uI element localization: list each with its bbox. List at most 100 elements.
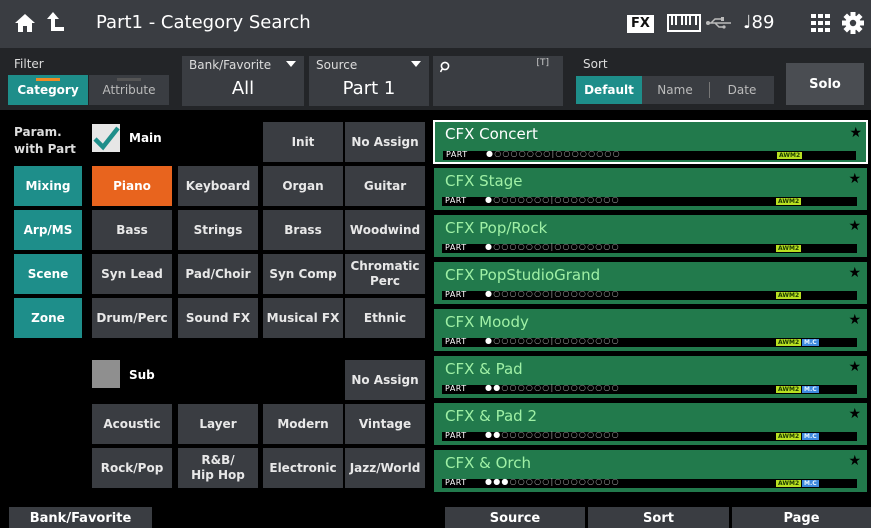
part-dots: ●●○○○○○○|○○○○○○○○ bbox=[485, 383, 620, 392]
category-syn-lead-button[interactable]: Syn Lead bbox=[92, 254, 172, 294]
part-dots: ●○○○○○○○|○○○○○○○○ bbox=[485, 336, 620, 345]
tab-attribute[interactable]: Attribute bbox=[89, 75, 169, 105]
mixing-button[interactable]: Mixing bbox=[14, 166, 82, 206]
part-indicator-bar: PART ●●○○○○○○|○○○○○○○○ AWM2 M.C bbox=[442, 383, 857, 394]
favorite-star-icon[interactable]: ★ bbox=[848, 218, 861, 234]
category-organ-button[interactable]: Organ bbox=[263, 166, 343, 206]
sort-name-button[interactable]: Name bbox=[642, 76, 708, 104]
performance-list-item[interactable]: CFX Stage ★ PART ●○○○○○○○|○○○○○○○○ AWM2 bbox=[434, 168, 867, 210]
fx-indicator: FX bbox=[627, 15, 654, 33]
favorite-star-icon[interactable]: ★ bbox=[848, 359, 861, 375]
footer-source-label: Source bbox=[489, 511, 541, 526]
checkmark-icon bbox=[93, 126, 120, 151]
awm2-badge: AWM2 bbox=[776, 480, 802, 487]
performance-list-item[interactable]: CFX & Pad ★ PART ●●○○○○○○|○○○○○○○○ AWM2 M.C bbox=[434, 356, 867, 398]
performance-list-item[interactable]: CFX Pop/Rock ★ PART ●○○○○○○○|○○○○○○○○ AWM2 bbox=[434, 215, 867, 257]
category-ethnic-button[interactable]: Ethnic bbox=[345, 298, 425, 338]
tab-category[interactable]: Category bbox=[8, 75, 88, 105]
performance-list-item[interactable]: CFX & Pad 2 ★ PART ●●○○○○○○|○○○○○○○○ AWM2 M.C bbox=[434, 403, 867, 445]
category-drum-perc-button[interactable]: Drum/Perc bbox=[92, 298, 172, 338]
part-dots: ●○○○○○○○|○○○○○○○○ bbox=[485, 289, 620, 298]
filter-tabs: Category Attribute bbox=[8, 75, 169, 105]
search-icon bbox=[440, 61, 450, 73]
sub-category-jazz-world-button[interactable]: Jazz/World bbox=[345, 448, 425, 488]
part-indicator-bar: PART ●●○○○○○○|○○○○○○○○ AWM2 M.C bbox=[442, 430, 857, 441]
main-no-assign-button[interactable]: No Assign bbox=[345, 122, 425, 162]
category-piano-button[interactable]: Piano bbox=[92, 166, 172, 206]
init-button[interactable]: Init bbox=[263, 122, 343, 162]
sub-category-rock-pop-button[interactable]: Rock/Pop bbox=[92, 448, 172, 488]
part-dots: ●○○○○○○○|○○○○○○○○ bbox=[486, 149, 621, 158]
filter-label: Filter bbox=[14, 57, 44, 71]
sub-no-assign-button[interactable]: No Assign bbox=[345, 360, 425, 400]
favorite-star-icon[interactable]: ★ bbox=[849, 125, 862, 141]
page-title: Part1 - Category Search bbox=[96, 12, 311, 33]
arp-ms-button[interactable]: Arp/MS bbox=[14, 210, 82, 250]
bank-favorite-label: Bank/Favorite bbox=[189, 58, 272, 72]
bank-favorite-dropdown[interactable]: Bank/Favorite All bbox=[182, 56, 304, 106]
part-dots: ●○○○○○○○|○○○○○○○○ bbox=[485, 195, 620, 204]
awm2-badge: AWM2 bbox=[777, 152, 803, 159]
part-indicator-bar: PART ●○○○○○○○|○○○○○○○○ AWM2 bbox=[442, 289, 857, 300]
footer-bank-favorite-button[interactable]: Bank/Favorite bbox=[9, 507, 152, 528]
category-guitar-button[interactable]: Guitar bbox=[345, 166, 425, 206]
awm2-badge: AWM2 bbox=[776, 433, 802, 440]
sub-category-acoustic-button[interactable]: Acoustic bbox=[92, 404, 172, 444]
sub-category-r-b-hip-hop-button[interactable]: R&B/ Hip Hop bbox=[178, 448, 258, 488]
sub-checkbox-label: Sub bbox=[129, 368, 155, 382]
performance-name: CFX Stage bbox=[445, 172, 523, 190]
part-dots: ●●○○○○○○|○○○○○○○○ bbox=[485, 430, 620, 439]
favorite-star-icon[interactable]: ★ bbox=[848, 406, 861, 422]
performance-list-item[interactable]: CFX PopStudioGrand ★ PART ●○○○○○○○|○○○○○○○○… bbox=[434, 262, 867, 304]
usb-icon bbox=[706, 17, 731, 29]
footer-page-button[interactable]: Page bbox=[732, 507, 871, 528]
solo-button[interactable]: Solo bbox=[786, 63, 864, 105]
sub-category-electronic-button[interactable]: Electronic bbox=[263, 448, 343, 488]
scene-button[interactable]: Scene bbox=[14, 254, 82, 294]
sub-category-layer-button[interactable]: Layer bbox=[178, 404, 258, 444]
category-bass-button[interactable]: Bass bbox=[92, 210, 172, 250]
performance-list-item[interactable]: CFX Moody ★ PART ●○○○○○○○|○○○○○○○○ AWM2 M.C bbox=[434, 309, 867, 351]
home-icon[interactable] bbox=[14, 12, 36, 34]
header-bar: Part1 - Category Search FX ♩89 bbox=[0, 0, 871, 48]
category-pad-choir-button[interactable]: Pad/Choir bbox=[178, 254, 258, 294]
category-strings-button[interactable]: Strings bbox=[178, 210, 258, 250]
category-chromatic-perc-button[interactable]: Chromatic Perc bbox=[345, 254, 425, 294]
sub-category-modern-button[interactable]: Modern bbox=[263, 404, 343, 444]
gear-icon[interactable] bbox=[842, 12, 864, 34]
motion-control-badge: M.C bbox=[802, 386, 819, 393]
tempo-display[interactable]: ♩89 bbox=[743, 12, 774, 33]
zone-button[interactable]: Zone bbox=[14, 298, 82, 338]
sub-checkbox[interactable] bbox=[92, 360, 120, 388]
category-musical-fx-button[interactable]: Musical FX bbox=[263, 298, 343, 338]
category-syn-comp-button[interactable]: Syn Comp bbox=[263, 254, 343, 294]
footer-sort-button[interactable]: Sort bbox=[588, 507, 729, 528]
part-indicator-bar: PART ●●●○○○○○|○○○○○○○○ AWM2 M.C bbox=[442, 477, 857, 488]
performance-name: CFX PopStudioGrand bbox=[445, 266, 601, 284]
awm2-badge: AWM2 bbox=[776, 245, 802, 252]
favorite-star-icon[interactable]: ★ bbox=[848, 265, 861, 281]
footer-page-label: Page bbox=[783, 511, 820, 526]
sort-date-button[interactable]: Date bbox=[710, 76, 774, 104]
sub-category-vintage-button[interactable]: Vintage bbox=[345, 404, 425, 444]
grid-menu-icon[interactable] bbox=[811, 14, 831, 32]
up-level-icon[interactable] bbox=[44, 10, 66, 34]
part-indicator-bar: PART ●○○○○○○○|○○○○○○○○ AWM2 bbox=[443, 149, 856, 160]
favorite-star-icon[interactable]: ★ bbox=[848, 312, 861, 328]
category-brass-button[interactable]: Brass bbox=[263, 210, 343, 250]
performance-list-item[interactable]: CFX Concert ★ PART ●○○○○○○○|○○○○○○○○ AWM2 bbox=[433, 120, 868, 164]
category-woodwind-button[interactable]: Woodwind bbox=[345, 210, 425, 250]
favorite-star-icon[interactable]: ★ bbox=[848, 171, 861, 187]
main-checkbox[interactable] bbox=[92, 124, 120, 152]
sort-default-button[interactable]: Default bbox=[576, 76, 642, 104]
performance-list-item[interactable]: CFX & Orch ★ PART ●●●○○○○○|○○○○○○○○ AWM2 M.C bbox=[434, 450, 867, 492]
category-sound-fx-button[interactable]: Sound FX bbox=[178, 298, 258, 338]
search-input[interactable]: [T] bbox=[433, 56, 563, 106]
footer-source-button[interactable]: Source bbox=[445, 507, 585, 528]
category-keyboard-button[interactable]: Keyboard bbox=[178, 166, 258, 206]
source-dropdown[interactable]: Source Part 1 bbox=[309, 56, 429, 106]
motion-control-badge: M.C bbox=[802, 433, 819, 440]
part-label: PART bbox=[445, 290, 467, 299]
favorite-star-icon[interactable]: ★ bbox=[848, 453, 861, 469]
performance-name: CFX & Pad bbox=[445, 360, 523, 378]
